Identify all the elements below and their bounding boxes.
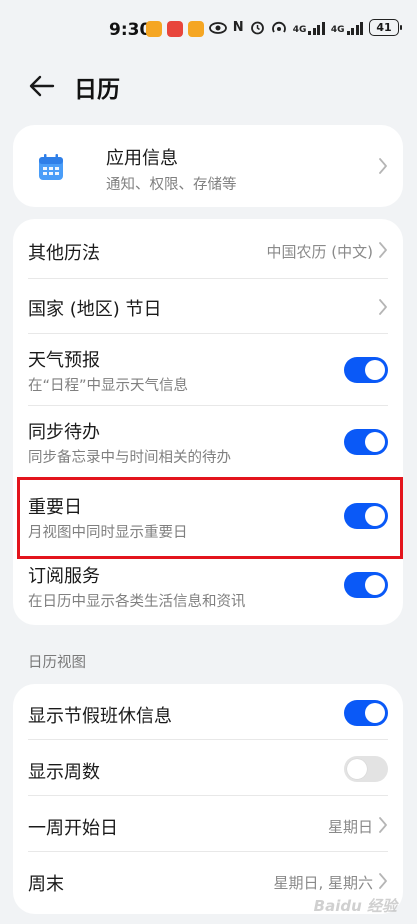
subscription-subtitle: 在日历中显示各类生活信息和资讯: [28, 594, 246, 610]
network-type-label: 4G: [292, 24, 307, 35]
subscription-toggle[interactable]: [344, 572, 388, 598]
status-icons: N 4G 4G 41: [208, 19, 402, 36]
important-days-label: 重要日: [28, 497, 82, 518]
alarm-icon: [250, 21, 264, 35]
week-numbers-toggle[interactable]: [344, 756, 388, 782]
chevron-right-icon: [379, 873, 387, 889]
signal-icon: [346, 21, 363, 35]
app-notification-icon: [167, 21, 183, 37]
back-arrow-icon: [29, 75, 55, 97]
holidays-label: 国家 (地区) 节日: [28, 299, 162, 320]
weather-subtitle: 在“日程”中显示天气信息: [28, 378, 189, 394]
app-notification-icon: [146, 21, 162, 37]
week-start-label: 一周开始日: [28, 818, 118, 839]
app-info-card[interactable]: 应用信息 通知、权限、存储等: [13, 125, 403, 207]
subscription-label: 订阅服务: [28, 566, 100, 587]
signal-icon: [308, 21, 325, 35]
network-type-label: 4G: [330, 24, 345, 35]
week-start-row[interactable]: 一周开始日 星期日: [13, 796, 403, 852]
status-bar: 9:30 N 4G 4G 41: [0, 0, 417, 58]
subscription-row: 订阅服务 在日历中显示各类生活信息和资讯: [13, 552, 403, 625]
app-info-title: 应用信息: [106, 148, 178, 169]
important-days-toggle[interactable]: [344, 503, 388, 529]
other-calendar-label: 其他历法: [28, 243, 100, 264]
holidays-row[interactable]: 国家 (地区) 节日: [13, 279, 403, 334]
calendar-app-icon: [39, 154, 63, 180]
important-days-subtitle: 月视图中同时显示重要日: [28, 525, 188, 541]
weekend-value: 星期日, 星期六: [273, 874, 373, 892]
hotspot-icon: [271, 21, 286, 32]
eye-icon: [208, 21, 227, 34]
holiday-info-toggle[interactable]: [344, 700, 388, 726]
settings-card: 其他历法 中国农历 (中文) 国家 (地区) 节日 天气预报 在“日程”中显示天…: [13, 219, 403, 625]
weather-toggle[interactable]: [344, 357, 388, 383]
week-start-value: 星期日: [327, 818, 373, 836]
toggle-knob: [365, 575, 385, 595]
watermark: Baidu 经验: [313, 897, 397, 915]
app-info-subtitle: 通知、权限、存储等: [106, 177, 237, 193]
weather-row: 天气预报 在“日程”中显示天气信息: [13, 334, 403, 406]
toggle-knob: [365, 432, 385, 452]
other-calendar-row[interactable]: 其他历法 中国农历 (中文): [13, 219, 403, 279]
holiday-info-label: 显示节假班休信息: [28, 706, 172, 727]
sync-todo-subtitle: 同步备忘录中与时间相关的待办: [28, 450, 231, 466]
app-notification-icon: [188, 21, 204, 37]
sync-todo-toggle[interactable]: [344, 429, 388, 455]
sync-todo-row: 同步待办 同步备忘录中与时间相关的待办: [13, 406, 403, 478]
toggle-knob: [347, 759, 367, 779]
other-calendar-value: 中国农历 (中文): [266, 243, 373, 261]
view-settings-card: 显示节假班休信息 显示周数 一周开始日 星期日 周末 星期日, 星期六: [13, 684, 403, 914]
status-time: 9:30: [109, 20, 152, 40]
toggle-knob: [365, 360, 385, 380]
battery-icon: 41: [369, 19, 402, 36]
week-numbers-row: 显示周数: [13, 740, 403, 796]
chevron-right-icon: [379, 242, 387, 258]
sync-todo-label: 同步待办: [28, 422, 100, 443]
toggle-knob: [365, 506, 385, 526]
week-numbers-label: 显示周数: [28, 762, 100, 783]
weather-label: 天气预报: [28, 350, 100, 371]
holiday-info-row: 显示节假班休信息: [13, 684, 403, 740]
chevron-right-icon: [379, 299, 387, 315]
chevron-right-icon: [379, 158, 387, 174]
important-days-row: 重要日 月视图中同时显示重要日: [13, 478, 403, 552]
back-button[interactable]: [24, 68, 60, 104]
nfc-icon: N: [232, 20, 244, 35]
chevron-right-icon: [379, 817, 387, 833]
toggle-knob: [365, 703, 385, 723]
header: 日历: [0, 58, 417, 114]
weekend-label: 周末: [28, 874, 64, 895]
section-label-calendar-view: 日历视图: [28, 655, 86, 671]
page-title: 日历: [74, 77, 120, 103]
